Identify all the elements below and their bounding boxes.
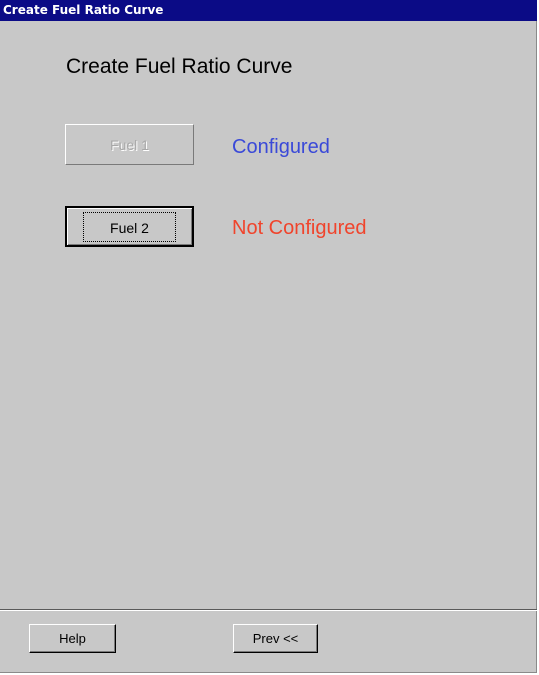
fuel-2-status: Not Configured <box>232 217 367 239</box>
fuel-1-button-label: Fuel 1 <box>110 136 149 153</box>
fuel-2-button-label: Fuel 2 <box>83 211 176 242</box>
dialog-window: Create Fuel Ratio Curve Create Fuel Rati… <box>0 0 537 673</box>
help-button-label: Help <box>59 631 86 646</box>
window-title: Create Fuel Ratio Curve <box>3 3 164 17</box>
prev-button[interactable]: Prev << <box>233 624 318 653</box>
window-titlebar[interactable]: Create Fuel Ratio Curve <box>0 0 537 21</box>
page-title: Create Fuel Ratio Curve <box>66 55 293 78</box>
prev-button-label: Prev << <box>252 631 299 646</box>
fuel-2-button[interactable]: Fuel 2 <box>65 206 194 247</box>
fuel-1-button: Fuel 1 <box>65 124 194 165</box>
help-button[interactable]: Help <box>29 624 116 653</box>
footer-divider <box>0 609 537 611</box>
fuel-1-status: Configured <box>232 136 330 158</box>
